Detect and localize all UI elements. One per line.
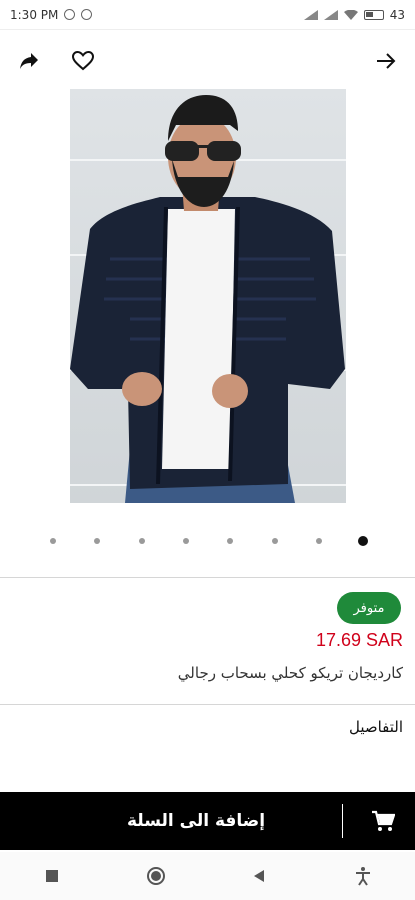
product-price: 17.69 SAR	[315, 630, 403, 650]
signal-icon	[303, 9, 318, 20]
system-nav-bar	[0, 852, 415, 900]
battery-level: 43	[389, 7, 405, 22]
signal-icon-2	[323, 9, 338, 20]
product-title: كارديجان تريكو كحلي بسحاب رجالي	[177, 664, 403, 682]
notification-icon-2	[81, 9, 93, 20]
details-section-title[interactable]: التفاصيل	[349, 718, 403, 736]
heart-icon[interactable]	[70, 48, 96, 74]
status-bar: 1:30 PM 43	[0, 0, 415, 30]
accessibility-icon[interactable]	[348, 861, 378, 891]
arrow-right-icon[interactable]	[373, 48, 399, 74]
share-icon[interactable]	[16, 48, 42, 74]
pager-dot[interactable]	[183, 538, 189, 544]
pager-dot[interactable]	[94, 538, 100, 544]
cart-icon	[371, 809, 395, 833]
home-circle-icon[interactable]	[141, 861, 171, 891]
status-left: 1:30 PM	[10, 7, 93, 22]
model-figure	[70, 95, 345, 503]
pager-dot[interactable]	[227, 538, 233, 544]
product-toolbar	[0, 40, 415, 82]
square-icon[interactable]	[37, 861, 67, 891]
image-pager	[0, 533, 415, 549]
pager-dot[interactable]	[50, 538, 56, 544]
cart-separator	[342, 804, 343, 838]
status-right: 43	[303, 7, 405, 22]
pager-dot[interactable]	[139, 538, 145, 544]
wifi-icon	[343, 9, 358, 20]
divider	[0, 577, 415, 578]
add-to-cart-label: إضافة الى السلة	[126, 811, 266, 831]
availability-badge: متوفر	[337, 592, 401, 624]
product-image[interactable]	[70, 89, 346, 503]
add-to-cart-button[interactable]: إضافة الى السلة	[0, 792, 415, 850]
notification-icon	[64, 9, 76, 20]
pager-dot-active[interactable]	[358, 536, 368, 546]
back-triangle-icon[interactable]	[244, 861, 274, 891]
pager-dot[interactable]	[272, 538, 278, 544]
battery-icon	[363, 9, 384, 20]
pager-dot[interactable]	[316, 538, 322, 544]
divider	[0, 704, 415, 705]
status-time: 1:30 PM	[10, 7, 59, 22]
